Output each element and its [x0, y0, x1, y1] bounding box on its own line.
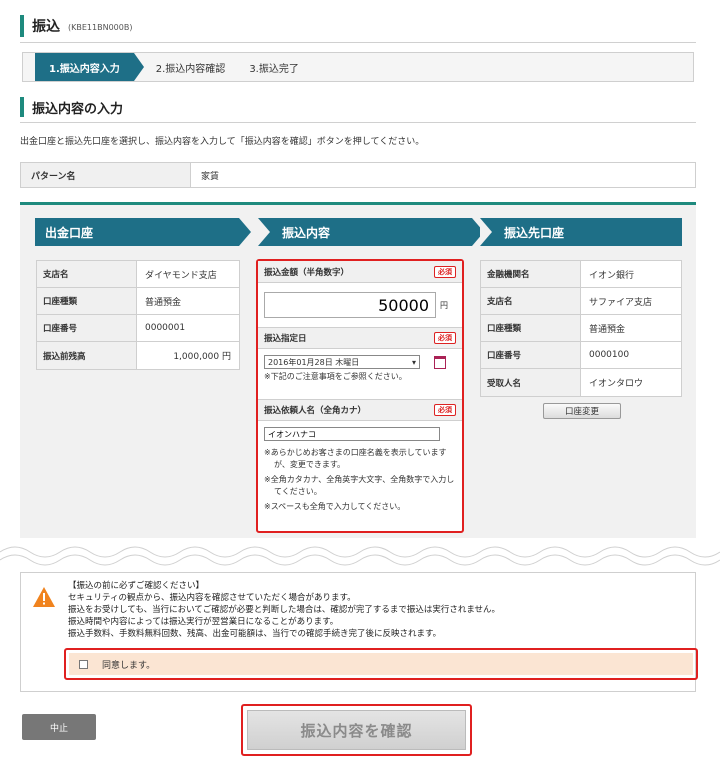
- amount-input[interactable]: [264, 292, 436, 318]
- agree-box: 同意します。: [64, 648, 698, 680]
- destination-account-table: 金融機関名 イオン銀行 支店名 サファイア支店 口座種類 普通預金 口座番号 0…: [480, 260, 682, 397]
- chevron-down-icon: ▾: [411, 357, 416, 367]
- agree-checkbox[interactable]: [79, 659, 88, 669]
- date-select[interactable]: 2016年01月28日 木曜日 ▾: [264, 355, 420, 369]
- date-label: 振込指定日: [264, 334, 307, 344]
- row-value: 普通預金: [145, 297, 182, 308]
- destination-account-header-label: 振込先口座: [504, 225, 565, 240]
- amount-field-header: 振込金額（半角数字） 必須: [258, 261, 462, 283]
- page-title: 振込: [32, 19, 60, 35]
- row-value: 普通預金: [589, 324, 626, 335]
- confirmation-line: 【振込の前に必ずご確認ください】: [68, 581, 205, 591]
- agree-label: 同意します。: [102, 660, 156, 671]
- confirmation-line: 振込をお受けしても、当行においてご確認が必要と判断した場合は、確認が完了するまで…: [68, 605, 501, 615]
- note-item: ※全角カタカナ、全角英字大文字、全角数字で入力してください。: [264, 475, 455, 496]
- instruction-text: 出金口座と振込先口座を選択し、振込内容を入力して「振込内容を確認」ボタンを押して…: [20, 137, 425, 147]
- confirmation-line: 振込時間や内容によっては振込実行が翌営業日になることがあります。: [68, 617, 339, 627]
- table-row: 口座種類 普通預金: [481, 315, 681, 342]
- table-row: 口座種類 普通預金: [37, 288, 239, 315]
- amount-label: 振込金額（半角数字）: [264, 267, 350, 278]
- row-label: 口座種類: [481, 315, 581, 341]
- date-field: 2016年01月28日 木曜日 ▾ ※下記のご注意事項をご参照ください。: [258, 349, 462, 399]
- date-select-value: 2016年01月28日 木曜日: [268, 357, 360, 367]
- row-label: 受取人名: [481, 369, 581, 396]
- row-label: 口座番号: [37, 315, 137, 341]
- date-note: ※下記のご注意事項をご参照ください。: [264, 372, 407, 381]
- row-value: 1,000,000 円: [173, 352, 231, 362]
- requester-name-input[interactable]: [264, 427, 440, 441]
- note-item: ※スペースも全角で入力してください。: [264, 502, 406, 511]
- date-field-header: 振込指定日 必須: [258, 327, 462, 349]
- row-label: 口座種類: [37, 288, 137, 314]
- section-divider: [20, 122, 696, 123]
- pattern-row: パターン名 家賃: [20, 162, 696, 188]
- row-value: 0000001: [145, 323, 186, 333]
- pattern-value: 家賃: [201, 171, 220, 182]
- pattern-label: パターン名: [21, 163, 191, 187]
- transfer-content-box: 振込金額（半角数字） 必須 円 振込指定日 必須 2016年01月28日 木曜日…: [256, 259, 464, 533]
- table-row: 口座番号 0000001: [37, 315, 239, 342]
- confirmation-text: 【振込の前に必ずご確認ください】 セキュリティの観点から、振込内容を確認させてい…: [68, 580, 500, 640]
- row-value: サファイア支店: [589, 297, 653, 308]
- step-input: 1.振込内容入力: [35, 53, 144, 81]
- row-label: 振込前残高: [37, 342, 137, 369]
- table-row: 支店名 サファイア支店: [481, 288, 681, 315]
- row-value: イオン銀行: [589, 270, 635, 281]
- date-row: 2016年01月28日 木曜日 ▾: [264, 355, 456, 369]
- name-field: ※あらかじめお客さまの口座名義を表示していますが、変更できます。 ※全角カタカナ…: [258, 421, 462, 522]
- note-item: ※あらかじめお客さまの口座名義を表示していますが、変更できます。: [264, 448, 447, 469]
- table-row: 受取人名 イオンタロウ: [481, 369, 681, 396]
- required-badge: 必須: [434, 404, 456, 416]
- amount-unit: 円: [440, 300, 448, 310]
- amount-field: 円: [258, 283, 462, 327]
- screen-code: (KBE11BN000B): [68, 23, 133, 32]
- progress-steps: 1.振込内容入力 2.振込内容確認 3.振込完了: [22, 52, 694, 82]
- table-row: 振込前残高 1,000,000 円: [37, 342, 239, 369]
- transfer-content-header: 振込内容: [258, 218, 484, 246]
- confirmation-line: セキュリティの観点から、振込内容を確認させていただく場合があります。: [68, 593, 356, 603]
- row-value: 0000100: [589, 350, 630, 360]
- section-header: 振込内容の入力: [20, 96, 123, 118]
- required-badge: 必須: [434, 332, 456, 344]
- confirm-button-highlight: 振込内容を確認: [241, 704, 472, 756]
- table-row: 口座番号 0000100: [481, 342, 681, 369]
- row-label: 口座番号: [481, 342, 581, 368]
- confirm-transfer-button[interactable]: 振込内容を確認: [247, 710, 466, 750]
- change-account-button[interactable]: 口座変更: [543, 403, 621, 419]
- page-break-wave: [0, 546, 720, 566]
- row-value: ダイヤモンド支店: [145, 270, 217, 281]
- title-divider: [20, 42, 696, 43]
- table-row: 金融機関名 イオン銀行: [481, 261, 681, 288]
- agree-row[interactable]: 同意します。: [69, 653, 693, 675]
- page-header: 振込 (KBE11BN000B): [20, 12, 132, 40]
- step-complete: 3.振込完了: [249, 63, 299, 75]
- name-field-header: 振込依頼人名（全角カナ） 必須: [258, 399, 462, 421]
- cancel-button[interactable]: 中止: [22, 714, 96, 740]
- row-label: 金融機関名: [481, 261, 581, 287]
- source-account-table: 支店名 ダイヤモンド支店 口座種類 普通預金 口座番号 0000001 振込前残…: [36, 260, 240, 370]
- row-label: 支店名: [481, 288, 581, 314]
- name-label: 振込依頼人名（全角カナ）: [264, 406, 367, 416]
- required-badge: 必須: [434, 265, 456, 278]
- name-notes: ※あらかじめお客さまの口座名義を表示していますが、変更できます。 ※全角カタカナ…: [264, 447, 456, 513]
- destination-account-header: 振込先口座: [480, 218, 682, 246]
- calendar-icon[interactable]: [434, 355, 446, 369]
- title-accent-bar: [20, 15, 24, 37]
- table-row: 支店名 ダイヤモンド支店: [37, 261, 239, 288]
- confirmation-line: 振込手数料、手数料無料回数、残高、出金可能額は、当行での確認手続き完了後に反映さ…: [68, 629, 442, 639]
- row-label: 支店名: [37, 261, 137, 287]
- warning-icon: [33, 587, 55, 607]
- row-value: イオンタロウ: [589, 379, 644, 389]
- source-account-header-label: 出金口座: [45, 225, 94, 240]
- source-account-header: 出金口座: [35, 218, 251, 246]
- step-confirm: 2.振込内容確認: [155, 63, 226, 75]
- section-title: 振込内容の入力: [32, 101, 124, 117]
- section-accent-bar: [20, 97, 24, 117]
- transfer-content-header-label: 振込内容: [282, 225, 331, 240]
